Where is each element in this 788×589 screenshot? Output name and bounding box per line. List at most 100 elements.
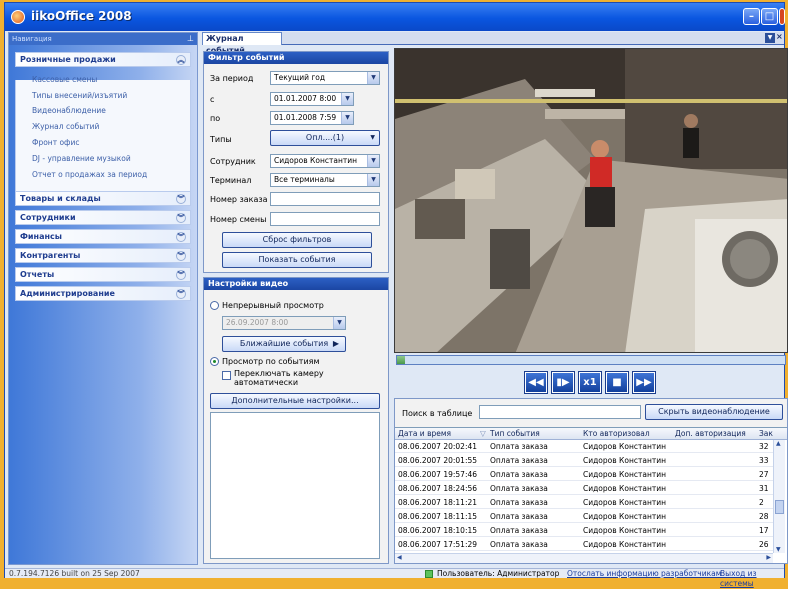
types-select-button[interactable]: Опл....(1) ▼	[270, 130, 380, 146]
chevron-down-icon[interactable]: ︾	[176, 251, 186, 261]
nav-item-event-log[interactable]: Журнал событий	[32, 122, 99, 131]
column-header-order[interactable]: Зак	[759, 429, 773, 438]
close-tab-icon[interactable]: ×	[776, 32, 783, 41]
chevron-down-icon[interactable]: ︾	[176, 213, 186, 223]
table-cell: Оплата заказа	[490, 484, 548, 493]
close-window-button[interactable]	[779, 8, 785, 25]
chevron-up-icon[interactable]: ︽	[176, 55, 186, 65]
nearest-events-button[interactable]: Ближайшие события ▶	[222, 336, 346, 352]
table-row[interactable]: 08.06.2007 18:11:21 Оплата заказа Сидоров …	[395, 497, 773, 509]
table-cell: 2	[759, 498, 764, 507]
table-cell: 08.06.2007 18:24:56	[398, 484, 478, 493]
send-info-link[interactable]: Отослать информацию разработчикам	[567, 569, 721, 579]
nav-group-finance[interactable]: Финансы ︾	[15, 229, 191, 244]
employee-label: Сотрудник	[210, 157, 256, 166]
column-header-event-type[interactable]: Тип события	[490, 429, 540, 438]
types-label: Типы	[210, 135, 232, 144]
scroll-right-icon[interactable]: ▶	[766, 554, 771, 561]
table-row[interactable]: 08.06.2007 18:24:56 Оплата заказа Сидоров …	[395, 483, 773, 495]
nav-item-dj[interactable]: DJ - управление музыкой	[32, 154, 131, 163]
nav-group-staff[interactable]: Сотрудники ︾	[15, 210, 191, 225]
column-header-authorized-by[interactable]: Кто авторизовал	[583, 429, 650, 438]
nav-item-deposit-types[interactable]: Типы внесений/изъятий	[32, 91, 127, 100]
minimize-button[interactable]: –	[743, 8, 760, 25]
horizontal-scrollbar[interactable]: ◀ ▶	[395, 553, 773, 563]
nav-item-cash-shifts[interactable]: Кассовые смены	[32, 75, 97, 84]
playback-progress-fill	[397, 356, 405, 364]
speed-button[interactable]: x1	[578, 371, 602, 394]
scroll-up-icon[interactable]: ▲	[776, 440, 781, 447]
tab-event-log[interactable]: Журнал событий	[202, 32, 282, 55]
table-row[interactable]: 08.06.2007 18:11:15 Оплата заказа Сидоров …	[395, 511, 773, 523]
continuous-view-radio[interactable]	[210, 301, 219, 310]
employee-select[interactable]: Сидоров Константин ▼	[270, 154, 380, 168]
nav-item-sales-report[interactable]: Отчет о продажах за период	[32, 170, 147, 179]
table-cell: 27	[759, 470, 769, 479]
scroll-left-icon[interactable]: ◀	[397, 554, 402, 561]
advanced-settings-button[interactable]: Дополнительные настройки...	[210, 393, 380, 409]
chevron-down-icon[interactable]: ▼	[341, 93, 353, 105]
column-header-extra-auth[interactable]: Доп. авторизация	[675, 429, 746, 438]
stop-button[interactable]: ■	[605, 371, 629, 394]
table-cell: 08.06.2007 18:11:21	[398, 498, 478, 507]
camera-image	[395, 49, 787, 352]
play-arrow-icon: ▶	[332, 339, 339, 348]
nav-group-reports[interactable]: Отчеты ︾	[15, 267, 191, 282]
shift-number-input[interactable]	[270, 212, 380, 226]
logout-link[interactable]: Выход из системы	[720, 569, 784, 589]
vertical-scrollbar[interactable]: ▲ ▼	[773, 440, 785, 553]
to-date-value: 01.01.2008 7:59	[274, 113, 337, 122]
chevron-down-icon[interactable]: ▼	[333, 317, 345, 329]
table-cell: 08.06.2007 18:10:15	[398, 526, 478, 535]
reset-filters-button[interactable]: Сброс фильтров	[222, 232, 372, 248]
nav-group-counterparties[interactable]: Контрагенты ︾	[15, 248, 191, 263]
nav-item-front-office[interactable]: Фронт офис	[32, 138, 79, 147]
rewind-button[interactable]: ◀◀	[524, 371, 548, 394]
table-row[interactable]: 08.06.2007 18:10:15 Оплата заказа Сидоров …	[395, 525, 773, 537]
table-search-input[interactable]	[479, 405, 641, 419]
order-number-input[interactable]	[270, 192, 380, 206]
playback-progress-bar[interactable]	[396, 355, 786, 365]
switch-camera-checkbox[interactable]	[222, 371, 231, 380]
maximize-button[interactable]: □	[761, 8, 778, 25]
to-date-picker[interactable]: 01.01.2008 7:59 ▼	[270, 111, 354, 125]
nav-item-video[interactable]: Видеонаблюдение	[32, 106, 106, 115]
table-row[interactable]: 08.06.2007 17:51:29 Оплата заказа Сидоров …	[395, 539, 773, 551]
events-list-box[interactable]	[210, 412, 380, 559]
continuous-date-picker[interactable]: 26.09.2007 8:00 ▼	[222, 316, 346, 330]
build-info: 0.7.194.7126 built on 25 Sep 2007	[9, 569, 140, 578]
table-cell: Оплата заказа	[490, 456, 548, 465]
table-row[interactable]: 08.06.2007 20:01:55 Оплата заказа Сидоров …	[395, 455, 773, 467]
pin-icon[interactable]: ⊥	[187, 33, 194, 45]
nav-group-admin[interactable]: Администрирование ︾	[15, 286, 191, 301]
chevron-down-icon[interactable]: ▼	[367, 72, 379, 84]
chevron-down-icon[interactable]: ▼	[367, 155, 379, 167]
column-header-datetime[interactable]: Дата и время	[398, 429, 451, 438]
chevron-down-icon[interactable]: ▼	[341, 112, 353, 124]
chevron-down-icon[interactable]: ︾	[176, 270, 186, 280]
table-cell: Сидоров Константин	[583, 470, 666, 479]
scroll-thumb[interactable]	[775, 500, 784, 514]
view-by-events-radio[interactable]	[210, 357, 219, 366]
chevron-down-icon[interactable]: ︾	[176, 232, 186, 242]
nav-group-goods[interactable]: Товары и склады ︾	[15, 191, 191, 206]
period-select[interactable]: Текущий год ▼	[270, 71, 380, 85]
fast-forward-button[interactable]: ▶▶	[632, 371, 656, 394]
hide-video-button[interactable]: Скрыть видеонаблюдение	[645, 404, 783, 420]
show-events-button[interactable]: Показать события	[222, 252, 372, 268]
table-row[interactable]: 08.06.2007 19:57:46 Оплата заказа Сидоров …	[395, 469, 773, 481]
from-date-picker[interactable]: 01.01.2007 8:00 ▼	[270, 92, 354, 106]
step-forward-button[interactable]: ▮▶	[551, 371, 575, 394]
events-table-panel: Поиск в таблице Скрыть видеонаблюдение Д…	[394, 398, 788, 564]
terminal-select[interactable]: Все терминалы ▼	[270, 173, 380, 187]
chevron-down-icon[interactable]: ︾	[176, 289, 186, 299]
nav-group-retail[interactable]: Розничные продажи ︽	[15, 52, 191, 67]
tab-list-dropdown-icon[interactable]: ▼	[765, 33, 775, 43]
table-row[interactable]: 08.06.2007 20:02:41 Оплата заказа Сидоров …	[395, 441, 773, 453]
chevron-down-icon[interactable]: ▼	[367, 174, 379, 186]
table-cell: Сидоров Константин	[583, 526, 666, 535]
scroll-down-icon[interactable]: ▼	[776, 546, 781, 553]
video-settings-title: Настройки видео	[204, 278, 388, 290]
chevron-down-icon[interactable]: ︾	[176, 194, 186, 204]
nav-group-label: Товары и склады	[20, 194, 101, 203]
